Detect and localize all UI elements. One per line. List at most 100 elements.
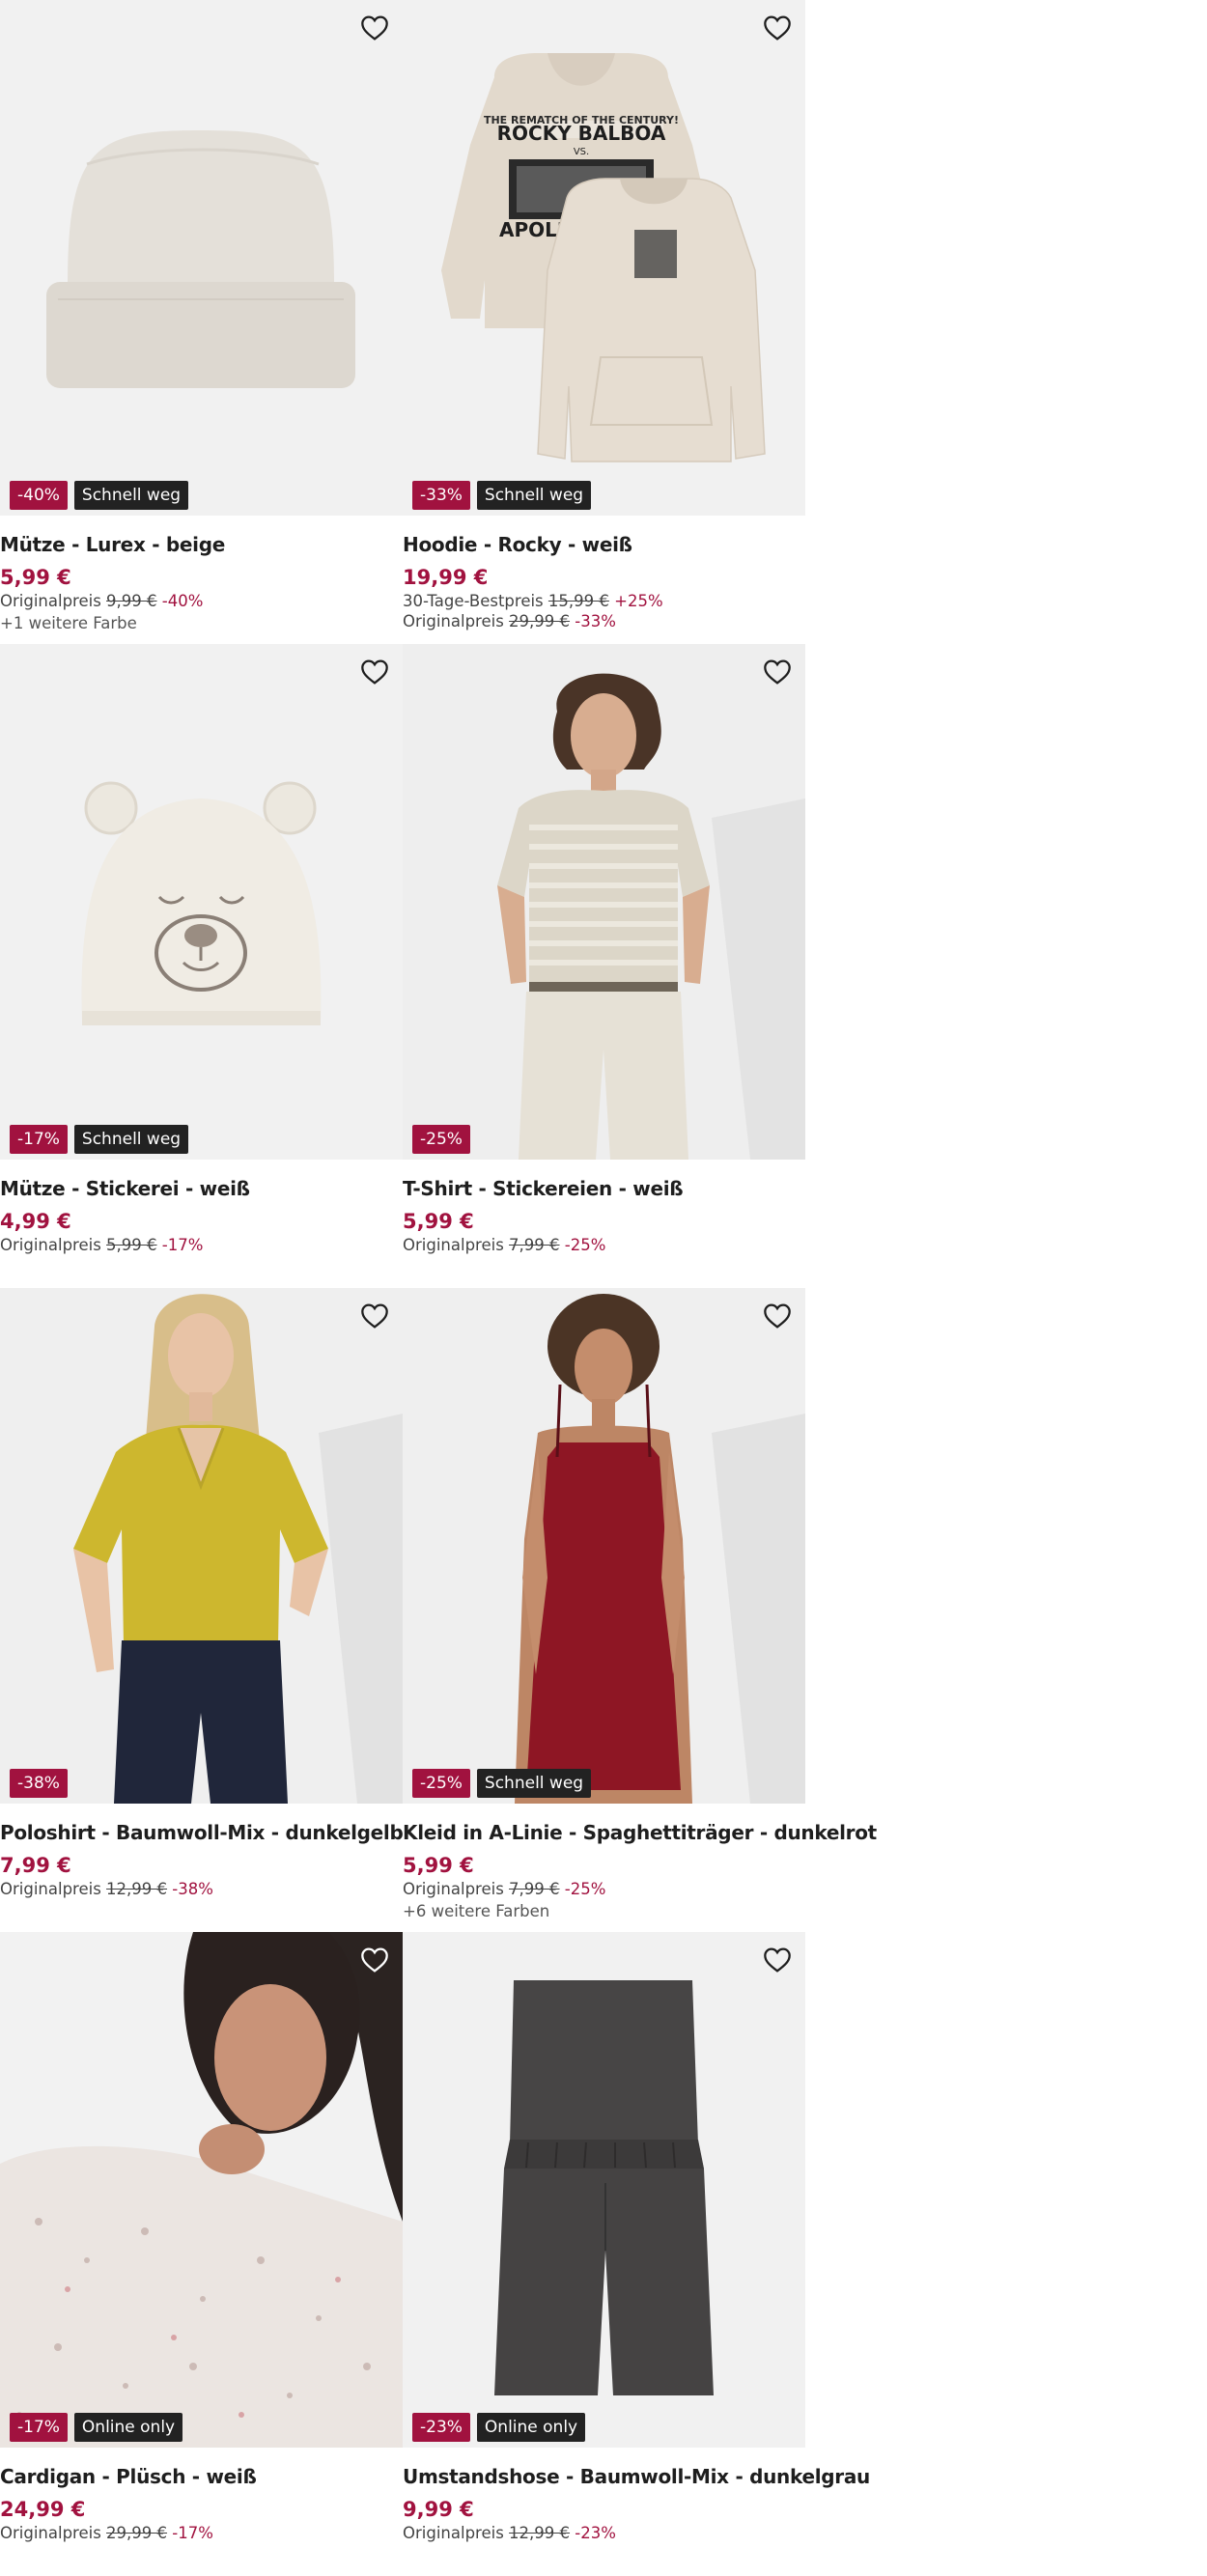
price-reference-label: Originalpreis	[0, 1880, 101, 1898]
product-title[interactable]: Mütze - Lurex - beige	[0, 533, 403, 556]
product-card[interactable]: -17% Schnell weg Mütze - Stickerei - wei…	[0, 644, 403, 1288]
badge-row: -40% Schnell weg	[10, 481, 189, 510]
product-card[interactable]: -17% Online only Cardigan - Plüsch - wei…	[0, 1932, 403, 2576]
product-info: T-Shirt - Stickereien - weiß 5,99 € Orig…	[403, 1177, 805, 1254]
bear-beanie-image	[0, 644, 403, 1160]
product-info: Hoodie - Rocky - weiß 19,99 € 30-Tage-Be…	[403, 533, 805, 630]
price-reference-line: Originalpreis 7,99 € -25%	[403, 1880, 805, 1898]
price-change: -17%	[161, 1236, 204, 1254]
old-price: 15,99 €	[547, 592, 609, 610]
badge-row: -23% Online only	[412, 2413, 586, 2442]
product-card[interactable]: -25% Schnell weg Kleid in A-Linie - Spag…	[403, 1288, 877, 1932]
product-info: Kleid in A-Linie - Spaghettiträger - dun…	[403, 1821, 877, 1920]
price-reference-label: Originalpreis	[0, 2524, 101, 2542]
price-reference-line: Originalpreis 5,99 € -17%	[0, 1236, 403, 1254]
old-price: 29,99 €	[106, 2524, 168, 2542]
old-price: 12,99 €	[106, 1880, 168, 1898]
price-reference-label: Originalpreis	[403, 1236, 504, 1254]
price-change: -17%	[172, 2524, 213, 2542]
striped-tshirt-model-image	[403, 644, 805, 1160]
product-price: 9,99 €	[403, 2498, 474, 2521]
price-reference-line: 30-Tage-Bestpreis 15,99 € +25%	[403, 592, 805, 610]
price-change: -23%	[575, 2524, 616, 2542]
product-title[interactable]: Hoodie - Rocky - weiß	[403, 533, 805, 556]
product-image[interactable]	[0, 0, 403, 516]
product-image[interactable]	[403, 1932, 805, 2448]
beanie-image	[0, 0, 403, 516]
old-price: 29,99 €	[509, 612, 571, 630]
badge-row: -25%	[412, 1125, 470, 1154]
product-info: Cardigan - Plüsch - weiß 24,99 € Origina…	[0, 2465, 403, 2542]
wishlist-button[interactable]	[356, 654, 393, 690]
heart-outline-icon	[764, 15, 791, 41]
wishlist-button[interactable]	[759, 1298, 796, 1334]
price-reference-label: Originalpreis	[0, 592, 101, 610]
product-card[interactable]: THE REMATCH OF THE CENTURY! ROCKY BALBOA…	[403, 0, 805, 644]
product-image[interactable]	[403, 1288, 805, 1804]
wishlist-button[interactable]	[759, 1942, 796, 1978]
price-reference-line: Originalpreis 7,99 € -25%	[403, 1236, 805, 1254]
heart-outline-icon	[361, 659, 388, 685]
heart-outline-icon	[361, 1947, 388, 1973]
product-image[interactable]	[0, 1288, 403, 1804]
product-title[interactable]: Kleid in A-Linie - Spaghettiträger - dun…	[403, 1821, 877, 1844]
wishlist-button[interactable]	[356, 1942, 393, 1978]
product-image[interactable]	[0, 1932, 403, 2448]
wishlist-button[interactable]	[356, 1298, 393, 1334]
product-card[interactable]: -23% Online only Umstandshose - Baumwoll…	[403, 1932, 870, 2576]
discount-badge: -17%	[10, 2413, 68, 2442]
wishlist-button[interactable]	[759, 654, 796, 690]
hoodie-image: THE REMATCH OF THE CENTURY! ROCKY BALBOA…	[403, 0, 805, 516]
price-reference-line: Originalpreis 12,99 € -23%	[403, 2524, 805, 2542]
old-price: 7,99 €	[509, 1236, 560, 1254]
discount-badge: -25%	[412, 1769, 470, 1798]
polo-model-image	[0, 1288, 403, 1804]
discount-badge: -38%	[10, 1769, 68, 1798]
discount-badge: -40%	[10, 481, 68, 510]
product-price: 5,99 €	[403, 1210, 474, 1233]
price-change: -33%	[575, 612, 616, 630]
flag-badge: Online only	[476, 2413, 586, 2442]
discount-badge: -25%	[412, 1125, 470, 1154]
old-price: 12,99 €	[509, 2524, 571, 2542]
discount-badge: -23%	[412, 2413, 470, 2442]
product-price: 7,99 €	[0, 1854, 71, 1877]
old-price: 7,99 €	[509, 1880, 560, 1898]
flag-badge: Schnell weg	[73, 1125, 189, 1154]
heart-outline-icon	[361, 1303, 388, 1329]
heart-outline-icon	[764, 1947, 791, 1973]
product-card[interactable]: -25% T-Shirt - Stickereien - weiß 5,99 €…	[403, 644, 805, 1288]
product-info: Mütze - Lurex - beige 5,99 € Originalpre…	[0, 533, 403, 632]
product-image[interactable]	[0, 644, 403, 1160]
product-price: 5,99 €	[0, 566, 71, 589]
badge-row: -25% Schnell weg	[412, 1769, 592, 1798]
product-price: 5,99 €	[403, 1854, 474, 1877]
price-change: -38%	[172, 1880, 213, 1898]
product-card[interactable]: -40% Schnell weg Mütze - Lurex - beige 5…	[0, 0, 403, 644]
product-title[interactable]: Poloshirt - Baumwoll-Mix - dunkelgelb	[0, 1821, 404, 1844]
more-colors[interactable]: +1 weitere Farbe	[0, 614, 403, 632]
product-title[interactable]: Umstandshose - Baumwoll-Mix - dunkelgrau	[403, 2465, 870, 2488]
maternity-shorts-image	[403, 1932, 805, 2448]
hoodie-print-text-3: VS.	[574, 147, 589, 157]
flag-badge: Schnell weg	[476, 1769, 592, 1798]
product-image[interactable]	[403, 644, 805, 1160]
heart-outline-icon	[764, 659, 791, 685]
wishlist-button[interactable]	[759, 10, 796, 46]
more-colors[interactable]: +6 weitere Farben	[403, 1902, 805, 1920]
product-title[interactable]: T-Shirt - Stickereien - weiß	[403, 1177, 805, 1200]
flag-badge: Schnell weg	[476, 481, 592, 510]
product-image[interactable]: THE REMATCH OF THE CENTURY! ROCKY BALBOA…	[403, 0, 805, 516]
wishlist-button[interactable]	[356, 10, 393, 46]
cardigan-model-image	[0, 1932, 403, 2448]
discount-badge: -33%	[412, 481, 470, 510]
badge-row: -17% Schnell weg	[10, 1125, 189, 1154]
flag-badge: Online only	[73, 2413, 183, 2442]
badge-row: -17% Online only	[10, 2413, 183, 2442]
product-card[interactable]: -38% Poloshirt - Baumwoll-Mix - dunkelge…	[0, 1288, 404, 1932]
product-info: Umstandshose - Baumwoll-Mix - dunkelgrau…	[403, 2465, 870, 2542]
product-title[interactable]: Mütze - Stickerei - weiß	[0, 1177, 403, 1200]
product-title[interactable]: Cardigan - Plüsch - weiß	[0, 2465, 403, 2488]
hoodie-print-text-2: ROCKY BALBOA	[497, 122, 666, 145]
product-price: 4,99 €	[0, 1210, 71, 1233]
